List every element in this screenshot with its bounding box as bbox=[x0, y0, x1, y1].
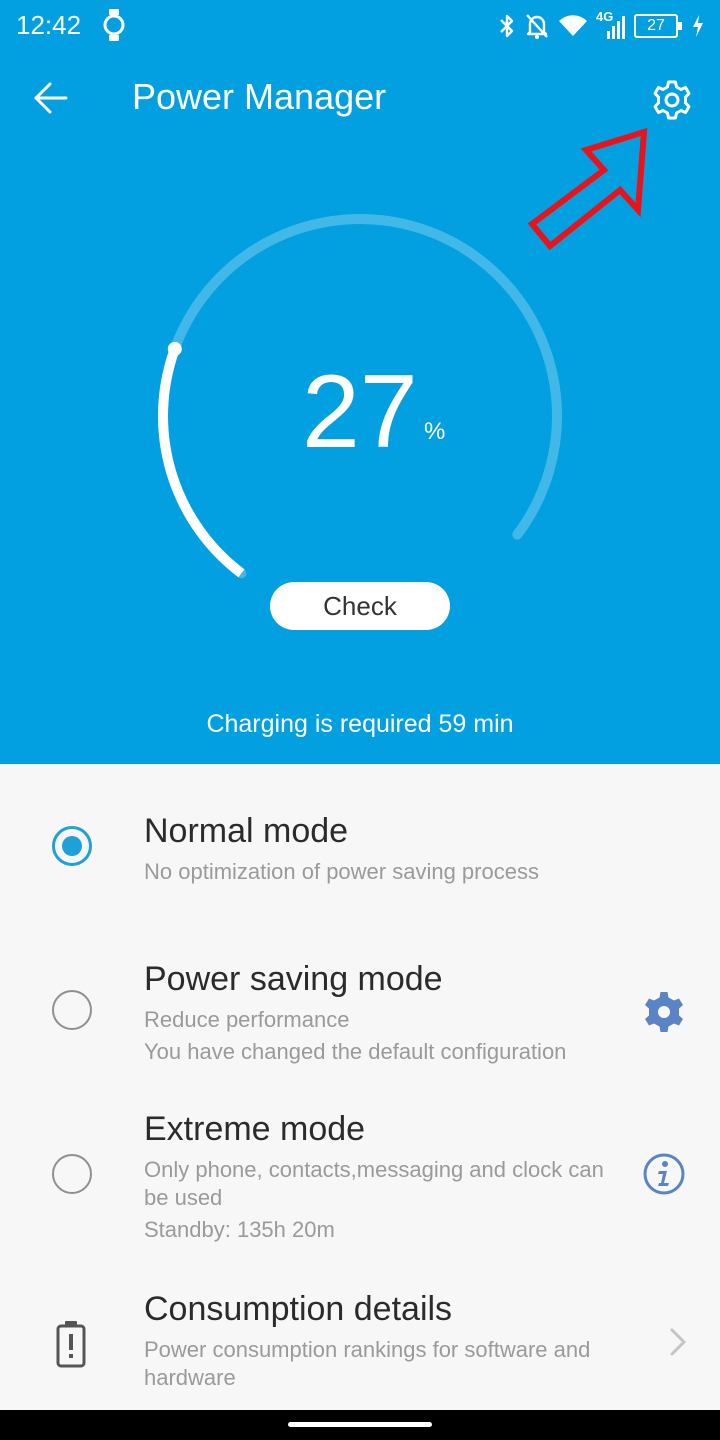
power-saving-mode-description: Reduce performance bbox=[144, 1007, 350, 1032]
charging-bolt-icon bbox=[693, 15, 703, 37]
extreme-mode-title: Extreme mode bbox=[144, 1110, 366, 1148]
arrow-left-icon bbox=[34, 82, 68, 114]
extreme-mode-standby: Standby: 135h 20m bbox=[144, 1217, 335, 1242]
battery-icon: 27 bbox=[634, 14, 684, 38]
status-bar: 12:42 4G 27 bbox=[0, 0, 720, 52]
bluetooth-icon bbox=[500, 14, 514, 38]
toolbar: Power Manager bbox=[0, 60, 720, 136]
extreme-mode-option[interactable]: Extreme mode Only phone, contacts,messag… bbox=[0, 1094, 720, 1254]
wifi-icon bbox=[559, 15, 587, 37]
consumption-details-description: Power consumption rankings for software … bbox=[144, 1337, 591, 1390]
status-icons: 4G 27 bbox=[498, 8, 704, 44]
battery-gauge: 27 % bbox=[150, 206, 570, 626]
power-saving-mode-title: Power saving mode bbox=[144, 960, 443, 998]
status-time: 12:42 bbox=[16, 10, 82, 40]
settings-button[interactable] bbox=[644, 72, 700, 128]
consumption-details-title: Consumption details bbox=[144, 1290, 453, 1328]
battery-alert-icon bbox=[54, 1320, 88, 1370]
cell-signal: 4G bbox=[596, 9, 626, 41]
gauge-fill bbox=[158, 347, 245, 578]
consumption-details-item[interactable]: Consumption details Power consumption ra… bbox=[0, 1274, 720, 1410]
percent-unit: % bbox=[424, 418, 446, 445]
power-saving-mode-option[interactable]: Power saving mode Reduce performance You… bbox=[0, 944, 720, 1084]
back-button[interactable] bbox=[22, 74, 80, 122]
battery-overview-panel: 12:42 4G 27 Power Manager 27 % Check Cha… bbox=[0, 0, 720, 764]
normal-mode-radio[interactable] bbox=[52, 826, 92, 866]
power-saving-settings-button[interactable] bbox=[640, 988, 688, 1036]
page-title: Power Manager bbox=[132, 76, 387, 117]
extreme-mode-description: Only phone, contacts,messaging and clock… bbox=[144, 1157, 604, 1210]
notifications-off-icon bbox=[526, 14, 548, 39]
check-button[interactable]: Check bbox=[270, 582, 450, 630]
battery-percentage: 27 bbox=[302, 354, 418, 470]
charging-time-text: Charging is required 59 min bbox=[206, 710, 514, 738]
normal-mode-option[interactable]: Normal mode No optimization of power sav… bbox=[0, 764, 720, 904]
home-handle[interactable] bbox=[288, 1422, 432, 1427]
gear-icon bbox=[645, 992, 683, 1032]
battery-level: 27 bbox=[647, 17, 665, 34]
normal-mode-title: Normal mode bbox=[144, 812, 349, 850]
watch-icon bbox=[103, 9, 125, 41]
normal-mode-description: No optimization of power saving process bbox=[144, 859, 539, 884]
extreme-mode-info-button[interactable] bbox=[642, 1152, 686, 1196]
extreme-mode-radio[interactable] bbox=[52, 1154, 92, 1194]
gauge-knob bbox=[167, 341, 182, 356]
navigation-bar bbox=[0, 1410, 720, 1440]
gear-icon bbox=[653, 80, 691, 120]
chevron-right-icon bbox=[664, 1324, 694, 1360]
power-saving-mode-radio[interactable] bbox=[52, 990, 92, 1030]
power-mode-list: Normal mode No optimization of power sav… bbox=[0, 764, 720, 1410]
cell-signal-icon bbox=[607, 16, 625, 39]
power-saving-mode-note: You have changed the default configurati… bbox=[144, 1039, 567, 1064]
info-icon bbox=[643, 1153, 685, 1195]
